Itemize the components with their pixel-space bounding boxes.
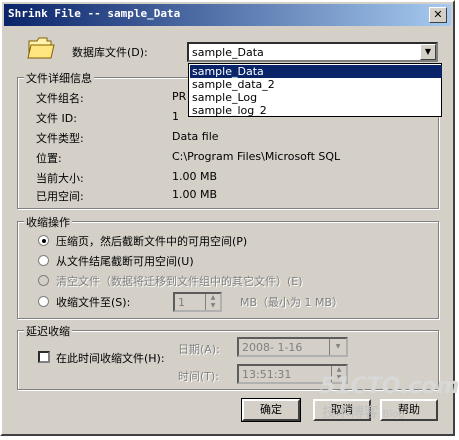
empty-file-label: 清空文件（数据将迁移到文件组中的其它文件）(E) xyxy=(56,275,303,288)
used-space-label: 已用空间: xyxy=(36,190,84,203)
spin-up-icon: ▲ xyxy=(210,294,216,301)
date-picker: 2008- 1-16 ▼ xyxy=(237,337,348,357)
db-file-combobox[interactable]: sample_Data ▼ xyxy=(187,42,438,62)
filegroup-value: PR xyxy=(172,90,187,103)
location-value: C:\Program Files\Microsoft SQL xyxy=(172,150,341,163)
shrink-size-value: 1 xyxy=(178,296,185,309)
time-value: 13:51:31 xyxy=(242,368,292,381)
shrink-file-dialog: Shrink File -- sample_Data ✕ 数据库文件(D): s… xyxy=(0,0,459,436)
file-id-label: 文件 ID: xyxy=(36,112,77,125)
current-size-label: 当前大小: xyxy=(36,172,84,185)
location-label: 位置: xyxy=(36,152,62,165)
spin-up-icon: ▲ xyxy=(336,366,342,373)
file-type-label: 文件类型: xyxy=(36,132,84,145)
truncate-label[interactable]: 从文件结尾截断可用空间(U) xyxy=(56,253,194,269)
shrink-size-stepper: 1 ▲ ▼ xyxy=(173,292,222,312)
file-type-value: Data file xyxy=(172,130,219,143)
db-file-selected: sample_Data xyxy=(192,46,264,59)
dropdown-option-sample-data-2[interactable]: sample_data_2 xyxy=(190,78,442,91)
dropdown-option-sample-data[interactable]: sample_Data xyxy=(190,65,442,78)
size-spin-buttons: ▲ ▼ xyxy=(205,294,220,310)
close-button[interactable]: ✕ xyxy=(429,7,447,23)
date-label: 日期(A): xyxy=(178,343,220,356)
compress-radio[interactable] xyxy=(38,235,49,246)
shrink-size-unit: MB（最小为 1 MB） xyxy=(240,296,344,309)
file-details-legend: 文件详细信息 xyxy=(24,70,94,86)
spin-down-icon: ▼ xyxy=(210,302,216,309)
shrink-to-label[interactable]: 收缩文件至(S): xyxy=(56,294,130,310)
chevron-down-icon: ▼ xyxy=(335,343,341,350)
dropdown-option-sample-log-2[interactable]: sample_log_2 xyxy=(190,104,442,117)
file-id-value: 1 xyxy=(172,110,179,123)
watermark-line2: 技术博客 Blog xyxy=(322,402,405,422)
time-label: 时间(T): xyxy=(178,370,220,383)
compress-label[interactable]: 压缩页，然后截断文件中的可用空间(P) xyxy=(56,233,247,249)
db-file-label: 数据库文件(D): xyxy=(72,46,148,59)
watermark-line1: 51CTO.com xyxy=(320,374,459,399)
watermark-logo: 51CTO.com 技术博客 Blog xyxy=(320,374,459,421)
delay-shrink-legend: 延迟收缩 xyxy=(24,323,72,339)
folder-icon xyxy=(27,37,55,59)
filegroup-label: 文件组名: xyxy=(36,92,84,105)
window-title: Shrink File -- sample_Data xyxy=(8,7,181,20)
used-space-value: 1.00 MB xyxy=(172,188,218,201)
title-bar: Shrink File -- sample_Data ✕ xyxy=(4,4,451,26)
empty-file-radio xyxy=(38,275,49,286)
shrink-to-radio[interactable] xyxy=(38,296,49,307)
dropdown-option-sample-log[interactable]: sample_Log xyxy=(190,91,442,104)
db-file-dropdown-list: sample_Data sample_data_2 sample_Log sam… xyxy=(188,63,442,117)
watermark-line3: Blog xyxy=(382,409,405,420)
delay-checkbox[interactable] xyxy=(38,351,50,363)
watermark-line2-text: 技术博客 xyxy=(322,405,378,421)
chevron-down-icon[interactable]: ▼ xyxy=(420,44,436,60)
date-value: 2008- 1-16 xyxy=(242,341,303,354)
current-size-value: 1.00 MB xyxy=(172,170,218,183)
truncate-radio[interactable] xyxy=(38,255,49,266)
shrink-action-legend: 收缩操作 xyxy=(24,214,72,230)
delay-checkbox-label[interactable]: 在此时间收缩文件(H): xyxy=(56,350,165,366)
ok-button[interactable]: 确定 xyxy=(241,398,301,422)
date-dropdown-arrow: ▼ xyxy=(329,339,346,355)
